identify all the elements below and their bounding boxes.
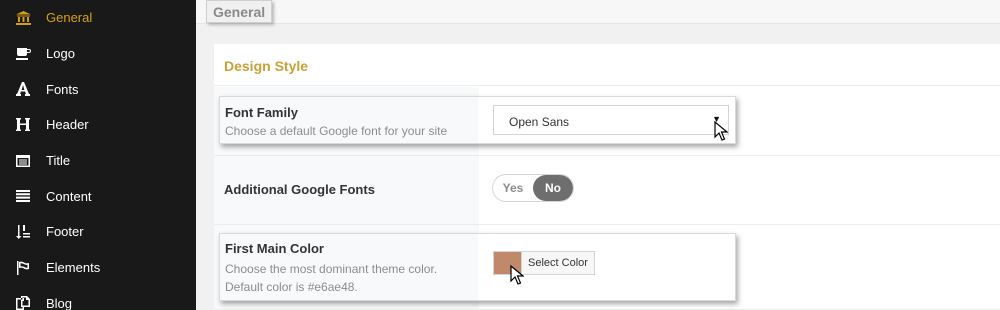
bank-icon [15, 10, 31, 26]
font-icon [15, 81, 31, 97]
mouse-cursor-icon [510, 265, 524, 285]
sidebar: General Logo Fonts Header Title Content [0, 0, 196, 310]
main-color-desc-line1: Choose the most dominant theme color. [225, 262, 438, 276]
cup-icon [15, 46, 31, 62]
mouse-cursor-icon [714, 121, 728, 141]
font-family-desc: Choose a default Google font for your si… [225, 124, 448, 138]
sidebar-item-logo[interactable]: Logo [0, 36, 196, 72]
main-color-field: First Main Color Choose the most dominan… [219, 233, 736, 301]
sidebar-item-elements[interactable]: Elements [0, 250, 196, 286]
main-color-desc-line2: Default color is #e6ae48. [225, 280, 358, 294]
align-justify-icon [15, 188, 31, 204]
font-family-select-value: Open Sans [509, 115, 570, 129]
sidebar-item-general[interactable]: General [0, 0, 196, 36]
sidebar-item-content[interactable]: Content [0, 178, 196, 214]
additional-fonts-title: Additional Google Fonts [224, 182, 375, 197]
sidebar-item-label: Content [46, 188, 92, 204]
page-title: General [206, 0, 273, 23]
sidebar-item-label: Blog [46, 295, 73, 310]
sidebar-item-label: Logo [46, 46, 75, 62]
font-family-select[interactable]: Open Sans ▼ [493, 105, 729, 135]
sidebar-item-label: Footer [46, 224, 84, 240]
select-color-button[interactable]: Select Color [522, 252, 594, 274]
sidebar-item-header[interactable]: Header [0, 107, 196, 143]
font-family-title: Font Family [225, 105, 298, 120]
toggle-no-option[interactable]: No [533, 175, 573, 201]
sidebar-item-fonts[interactable]: Fonts [0, 71, 196, 107]
header-icon [15, 117, 31, 133]
sidebar-item-blog[interactable]: Blog [0, 286, 196, 310]
sidebar-item-label: General [46, 10, 93, 26]
sidebar-item-label: Elements [46, 260, 101, 276]
font-family-field: Font Family Choose a default Google font… [219, 96, 736, 144]
section-title: Design Style [214, 44, 1000, 86]
main-content: General Design Style Additional Google F… [196, 0, 1000, 310]
sidebar-item-title[interactable]: Title [0, 143, 196, 179]
main-color-title: First Main Color [225, 241, 324, 256]
copy-icon [15, 295, 31, 310]
flag-icon [15, 260, 31, 276]
main-color-desc: Choose the most dominant theme color. De… [225, 260, 437, 296]
sidebar-item-label: Fonts [46, 81, 79, 97]
sidebar-item-label: Header [46, 117, 89, 133]
window-icon [15, 153, 31, 169]
color-picker[interactable]: Select Color [493, 251, 595, 275]
top-bar: General [196, 0, 1000, 24]
sidebar-item-footer[interactable]: Footer [0, 214, 196, 250]
sidebar-item-label: Title [46, 153, 71, 169]
additional-fonts-toggle[interactable]: Yes No [492, 174, 574, 202]
toggle-yes-option[interactable]: Yes [493, 175, 533, 201]
sort-list-icon [15, 224, 31, 240]
